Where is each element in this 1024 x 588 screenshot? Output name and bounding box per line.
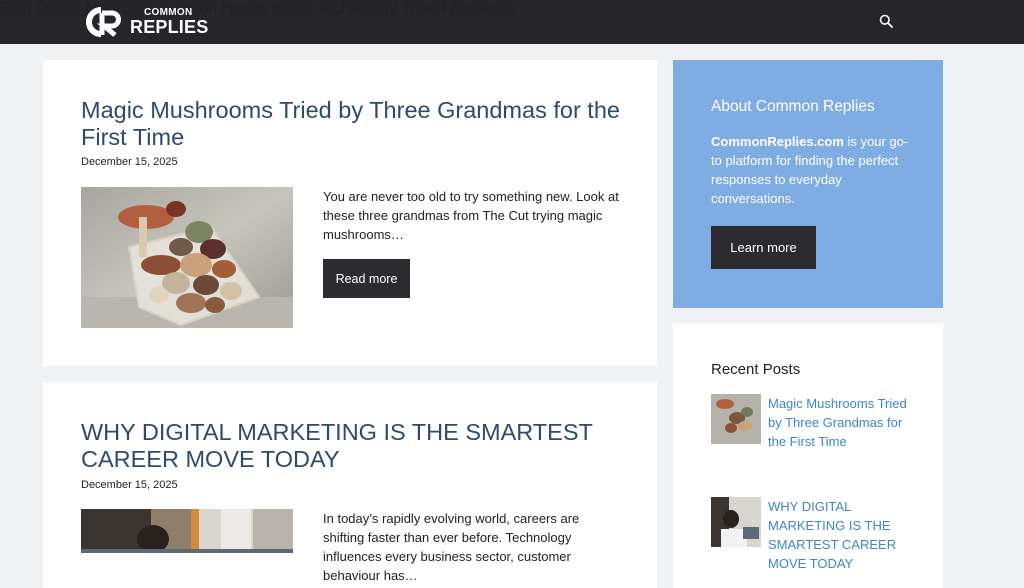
recent-post-link[interactable]: Magic Mushrooms Tried by Three Grandmas … xyxy=(768,394,918,451)
nav-technology[interactable]: Technology xyxy=(316,0,397,17)
nav-health[interactable]: Health xyxy=(221,0,267,17)
post-excerpt: In today’s rapidly evolving world, caree… xyxy=(323,511,580,583)
about-text: CommonReplies.com is your go-to platform… xyxy=(711,134,909,206)
logo-cr-icon xyxy=(82,5,126,39)
recent-post-link[interactable]: WHY DIGITAL MARKETING IS THE SMARTEST CA… xyxy=(768,497,918,573)
recent-posts-widget: Recent Posts Magic Mushrooms Tried by Th… xyxy=(673,323,943,588)
learn-more-button[interactable]: Learn more xyxy=(711,226,816,269)
logo-text-big: REPLIES xyxy=(130,17,209,37)
post-card: Magic Mushrooms Tried by Three Grandmas … xyxy=(43,60,657,366)
post-excerpt: You are never too old to try something n… xyxy=(323,189,619,242)
nav-blog[interactable]: Blog xyxy=(0,0,32,17)
about-widget: About Common Replies CommonReplies.com i… xyxy=(673,60,943,308)
about-title: About Common Replies xyxy=(711,98,875,115)
post-date: December 15, 2025 xyxy=(81,156,178,168)
post-thumbnail-mushrooms[interactable] xyxy=(81,187,293,328)
nav-travel[interactable]: Travel xyxy=(401,0,445,17)
recent-post-thumbnail[interactable] xyxy=(711,394,761,444)
recent-posts-title: Recent Posts xyxy=(711,361,801,378)
recent-post-thumbnail[interactable] xyxy=(711,497,761,547)
nav-news[interactable]: News xyxy=(272,0,312,17)
site-header: COMMON REPLIES Blog Digital Marketing Fa… xyxy=(0,0,1024,44)
post-title[interactable]: Magic Mushrooms Tried by Three Grandmas … xyxy=(81,97,621,151)
nav-business[interactable]: Business xyxy=(450,0,515,17)
post-date: December 15, 2025 xyxy=(81,479,178,491)
about-brand: CommonReplies.com xyxy=(711,134,844,149)
post-thumbnail-office[interactable] xyxy=(81,509,293,553)
site-logo[interactable]: COMMON REPLIES xyxy=(82,5,208,39)
search-icon[interactable] xyxy=(879,14,893,28)
post-title[interactable]: WHY DIGITAL MARKETING IS THE SMARTEST CA… xyxy=(81,419,601,473)
read-more-button[interactable]: Read more xyxy=(323,259,410,298)
post-card: WHY DIGITAL MARKETING IS THE SMARTEST CA… xyxy=(43,382,657,588)
